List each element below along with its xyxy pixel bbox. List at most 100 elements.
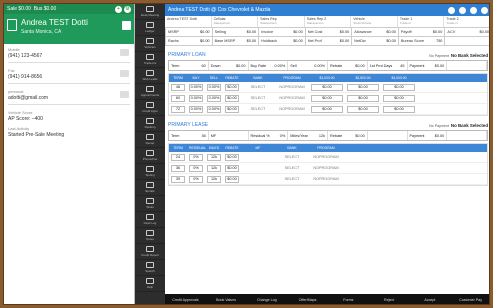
- lease-cell-res[interactable]: 0%: [187, 175, 205, 183]
- sidebar-item-web-leads[interactable]: Web Leads: [135, 68, 165, 84]
- mail-icon[interactable]: [120, 91, 129, 98]
- fax-field[interactable]: Fax (941) 914-8656: [4, 65, 134, 81]
- close-icon[interactable]: [481, 6, 488, 14]
- lease-field[interactable]: Payment $0.00: [408, 131, 448, 140]
- table-row[interactable]: 24 0% 12k $0.00 SELECT NOPROGRAM: [169, 152, 487, 163]
- sidebar-item-desk-log[interactable]: Desk Log: [135, 212, 165, 228]
- sidebar-item-texting[interactable]: Texting: [135, 164, 165, 180]
- bottom-button-reject[interactable]: Reject: [369, 298, 410, 302]
- lease-cell-bank[interactable]: SELECT: [275, 166, 309, 170]
- loan-cell-sell[interactable]: 0.00%: [205, 105, 223, 113]
- price-field[interactable]: Invoice $0.00: [258, 28, 305, 37]
- sidebar-item-phone-fax[interactable]: Phone/Fax: [135, 148, 165, 164]
- table-row[interactable]: 60 0.00% 0.00% $0.00 SELECT NOPROGRAM $0.00 $0.…: [169, 93, 487, 104]
- sidebar-item-notes[interactable]: Notes: [135, 228, 165, 244]
- price-field[interactable]: Payoff $0.00: [397, 28, 445, 37]
- sidebar-item-desking[interactable]: Desking: [135, 116, 165, 132]
- loan-payment-cell[interactable]: $0.00: [345, 94, 381, 102]
- lease-field[interactable]: MF: [209, 131, 249, 140]
- bottom-button-change-log[interactable]: Change Log: [247, 298, 288, 302]
- lease-cell-miles[interactable]: 12k: [205, 153, 223, 161]
- save-icon[interactable]: [122, 21, 131, 30]
- add-icon[interactable]: +: [115, 5, 122, 13]
- sidebar-item-recap[interactable]: Recap: [135, 132, 165, 148]
- lease-field[interactable]: Term 36: [169, 131, 209, 140]
- lease-cell-program[interactable]: NOPROGRAM: [309, 166, 343, 170]
- sidebar-item-help[interactable]: Help: [135, 276, 165, 292]
- price-field[interactable]: Net Prof $0.00: [304, 37, 352, 46]
- loan-payment-cell[interactable]: $0.00: [309, 94, 345, 102]
- gear-icon[interactable]: ⚙: [124, 5, 131, 13]
- loan-cell-rebate[interactable]: $0.00: [223, 94, 241, 102]
- price-field[interactable]: ACV $0.00: [444, 28, 489, 37]
- loan-payment-cell[interactable]: $0.00: [309, 105, 345, 113]
- lease-cell-miles[interactable]: 12k: [205, 175, 223, 183]
- loan-cell-bank[interactable]: SELECT: [241, 107, 275, 111]
- loan-cell-buy[interactable]: 0.00%: [187, 94, 205, 102]
- view-icon[interactable]: [448, 6, 455, 14]
- loan-field[interactable]: Term 60: [169, 61, 209, 70]
- header-cell[interactable]: Trade 1 Trade-in: [398, 16, 445, 27]
- loan-cell-term[interactable]: 48: [169, 83, 187, 91]
- header-cell[interactable]: Sales Rep Salesperson: [258, 16, 305, 27]
- sidebar-item-credit-report[interactable]: Credit Report: [135, 244, 165, 260]
- loan-payment-cell[interactable]: $0.00: [345, 83, 381, 91]
- lease-cell-res[interactable]: 0%: [187, 153, 205, 161]
- loan-cell-sell[interactable]: 0.00%: [205, 94, 223, 102]
- bottom-button-credit-approvals[interactable]: Credit Approvals: [165, 298, 206, 302]
- loan-cell-sell[interactable]: 0.00%: [205, 83, 223, 91]
- table-row[interactable]: 48 0.00% 0.00% $0.00 SELECT NOPROGRAM $0.00 $0.…: [169, 82, 487, 93]
- header-cell[interactable]: Trade 2 Trade-in: [444, 16, 489, 27]
- sidebar-item-trade-ins[interactable]: Trade-ins: [135, 52, 165, 68]
- header-cell[interactable]: Sales Rep 2 Salesperson: [305, 16, 352, 27]
- price-field[interactable]: MSRP $0.00: [165, 28, 212, 37]
- bottom-button-offer-maps[interactable]: Offer/Maps: [287, 298, 328, 302]
- table-row[interactable]: 72 0.00% 0.00% $0.00 SELECT NOPROGRAM $0.00 $0.…: [169, 104, 487, 115]
- lease-cell-term[interactable]: 36: [169, 164, 187, 172]
- price-field[interactable]: Allowance $0.00: [351, 28, 398, 37]
- loan-cell-program[interactable]: NOPROGRAM: [275, 96, 309, 100]
- loan-cell-program[interactable]: NOPROGRAM: [275, 85, 309, 89]
- loan-field[interactable]: 1st Pmt Days 45: [368, 61, 408, 70]
- loan-cell-rebate[interactable]: $0.00: [223, 105, 241, 113]
- sidebar-item-desk-meeting[interactable]: Desk Meeting: [135, 4, 165, 20]
- loan-payment-cell[interactable]: $0.00: [381, 83, 417, 91]
- lease-cell-reb[interactable]: $0.00: [223, 153, 241, 161]
- loan-cell-term[interactable]: 72: [169, 105, 187, 113]
- header-cell[interactable]: Andrea TEST Dotti: [165, 16, 212, 27]
- lease-cell-bank[interactable]: SELECT: [275, 155, 309, 159]
- loan-payment-cell[interactable]: $0.00: [309, 83, 345, 91]
- phone-icon[interactable]: [120, 49, 129, 56]
- lease-cell-term[interactable]: 24: [169, 153, 187, 161]
- lease-field[interactable]: [447, 131, 487, 140]
- loan-cell-buy[interactable]: 0.00%: [187, 105, 205, 113]
- loan-cell-rebate[interactable]: $0.00: [223, 83, 241, 91]
- loan-field[interactable]: Rebate $0.00: [328, 61, 368, 70]
- loan-cell-program[interactable]: NOPROGRAM: [275, 107, 309, 111]
- sidebar-item-search[interactable]: Search: [135, 260, 165, 276]
- sidebar-item-ledger[interactable]: Ledger: [135, 20, 165, 36]
- loan-cell-buy[interactable]: 0.00%: [187, 83, 205, 91]
- bottom-button-accept[interactable]: Accept: [410, 298, 451, 302]
- bottom-button-customer-pay[interactable]: Customer Pay: [450, 298, 489, 302]
- price-field[interactable]: Net Cost $0.00: [304, 28, 352, 37]
- table-row[interactable]: 36 0% 12k $0.00 SELECT NOPROGRAM: [169, 163, 487, 174]
- price-field[interactable]: NetDw $0.00: [351, 37, 398, 46]
- price-field[interactable]: [444, 37, 489, 46]
- loan-field[interactable]: Payment $0.00: [408, 61, 448, 70]
- header-cell[interactable]: Vehicle Stock/Vehicle: [351, 16, 398, 27]
- loan-field[interactable]: Buy Rate 0.00%: [249, 61, 289, 70]
- lease-field[interactable]: Miles/Year 12k: [288, 131, 328, 140]
- lease-field[interactable]: [368, 131, 408, 140]
- mobile-field[interactable]: Mobile (941) 123-4567: [4, 44, 134, 60]
- lease-field[interactable]: Rebate $0.00: [328, 131, 368, 140]
- lease-cell-program[interactable]: NOPROGRAM: [309, 155, 343, 159]
- lease-cell-res[interactable]: 0%: [187, 164, 205, 172]
- price-field[interactable]: Holdback $0.00: [258, 37, 305, 46]
- lease-field[interactable]: Residual % 0%: [249, 131, 289, 140]
- loan-field[interactable]: Sell 0.00%: [288, 61, 328, 70]
- loan-payment-cell[interactable]: $0.00: [381, 105, 417, 113]
- header-cell[interactable]: Cellular Salesperson: [212, 16, 259, 27]
- lease-cell-reb[interactable]: $0.00: [223, 175, 241, 183]
- loan-field[interactable]: [447, 61, 487, 70]
